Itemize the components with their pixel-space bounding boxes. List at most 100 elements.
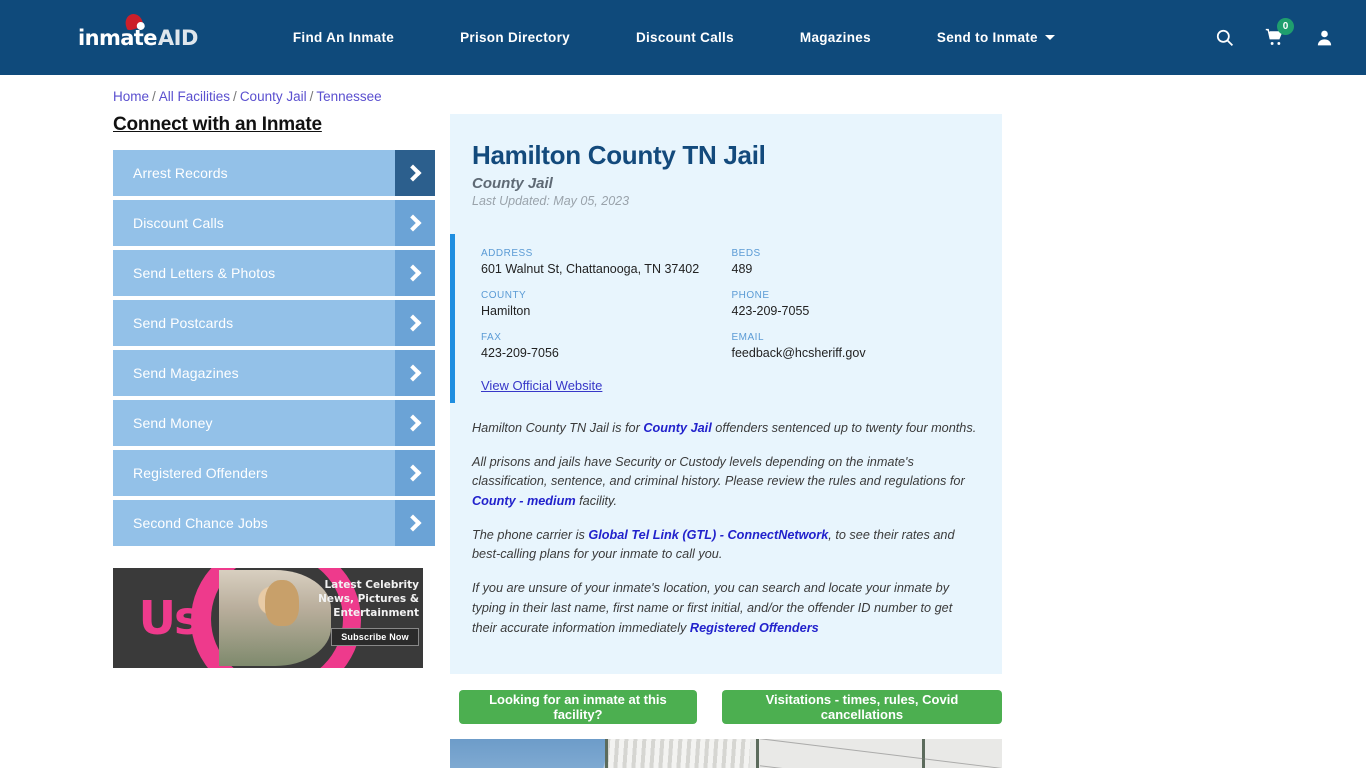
detail-value-county: Hamilton [481, 304, 531, 318]
ad-subscribe-button[interactable]: Subscribe Now [331, 627, 419, 646]
visitations-button[interactable]: Visitations - times, rules, Covid cancel… [721, 690, 1002, 725]
ad-copy: Latest Celebrity News, Pictures & Entert… [307, 578, 419, 646]
ad-text-line2: News, Pictures & [318, 593, 419, 606]
breadcrumb-separator: / [152, 89, 156, 104]
p2-text-a: All prisons and jails have Security or C… [472, 454, 965, 489]
detail-fax: FAX 423-209-7056 [481, 332, 732, 360]
detail-label-fax: FAX [481, 332, 502, 343]
sidebar-item-send-letters-photos[interactable]: Send Letters & Photos [113, 250, 435, 296]
p1-text-a: Hamilton County TN Jail is for [472, 421, 644, 435]
facility-header: Hamilton County TN Jail County Jail Last… [450, 140, 1002, 208]
sidebar-item-label: Arrest Records [133, 165, 228, 181]
logo-text-inmate: inmate [78, 25, 157, 50]
facility-type: County Jail [472, 175, 553, 192]
nav-item-send-to-inmate[interactable]: Send to Inmate [904, 30, 1071, 45]
sidebar-item-label: Second Chance Jobs [133, 515, 268, 531]
sidebar-item-registered-offenders[interactable]: Registered Offenders [113, 450, 435, 496]
photo-fence-post [756, 739, 760, 768]
sidebar-item-discount-calls[interactable]: Discount Calls [113, 200, 435, 246]
chevron-down-icon [1044, 35, 1055, 40]
description-paragraph-1: Hamilton County TN Jail is for County Ja… [472, 419, 980, 439]
site-header: inmate AID Find An Inmate Prison Director… [0, 0, 1366, 75]
inmate-search-button[interactable]: Looking for an inmate at this facility? [459, 690, 697, 725]
detail-label-beds: BEDS [731, 248, 761, 259]
sidebar-item-second-chance-jobs[interactable]: Second Chance Jobs [113, 500, 435, 546]
view-official-website-link[interactable]: View Official Website [481, 378, 602, 393]
chevron-right-icon [395, 250, 435, 296]
facility-description: Hamilton County TN Jail is for County Ja… [450, 403, 1002, 656]
detail-county: COUNTY Hamilton [481, 290, 732, 318]
chevron-right-icon [395, 300, 435, 346]
chevron-right-icon [395, 350, 435, 396]
user-icon[interactable] [1315, 28, 1334, 47]
breadcrumb-separator: / [233, 89, 237, 104]
facility-last-updated: Last Updated: May 05, 2023 [472, 194, 630, 208]
photo-fence-post [604, 739, 608, 768]
cta-button-row: Looking for an inmate at this facility? … [450, 674, 1002, 725]
main-nav: Find An Inmate Prison Directory Discount… [260, 30, 1215, 45]
page-root: inmate AID Find An Inmate Prison Director… [0, 0, 1366, 768]
detail-value-phone: 423-209-7055 [731, 304, 810, 318]
details-column-right: BEDS 489 PHONE 423-209-7055 EMAIL feedba… [732, 248, 983, 374]
nav-item-find-an-inmate[interactable]: Find An Inmate [260, 30, 427, 45]
sidebar-item-label: Discount Calls [133, 215, 224, 231]
breadcrumb-item-tennessee[interactable]: Tennessee [316, 89, 381, 104]
detail-label-email: EMAIL [731, 332, 765, 343]
photo-wall-ribs [603, 739, 750, 768]
search-icon[interactable] [1215, 28, 1234, 47]
link-county-medium[interactable]: County - medium [472, 494, 576, 508]
site-logo[interactable]: inmate AID [78, 11, 199, 58]
facility-card: Hamilton County TN Jail County Jail Last… [450, 114, 1002, 675]
breadcrumb: Home / All Facilities / County Jail / Tennesse… [0, 75, 1366, 104]
chevron-right-icon [395, 500, 435, 546]
link-phone-carrier[interactable]: Global Tel Link (GTL) - ConnectNetwork [588, 528, 828, 542]
facility-details-grid: ADDRESS 601 Walnut St, Chattanooga, TN 3… [455, 234, 982, 403]
page-title: Hamilton County TN Jail [472, 140, 766, 170]
link-county-jail[interactable]: County Jail [643, 421, 711, 435]
link-registered-offenders[interactable]: Registered Offenders [690, 621, 819, 635]
sidebar-item-label: Send Magazines [133, 365, 239, 381]
santa-hat-icon [123, 11, 144, 31]
sidebar-item-send-postcards[interactable]: Send Postcards [113, 300, 435, 346]
logo-text-aid: AID [157, 25, 199, 50]
breadcrumb-item-home[interactable]: Home [113, 89, 149, 104]
cart-icon[interactable]: 0 [1264, 18, 1294, 47]
sidebar-item-send-money[interactable]: Send Money [113, 400, 435, 446]
breadcrumb-item-county-jail[interactable]: County Jail [240, 89, 307, 104]
nav-item-magazines[interactable]: Magazines [767, 30, 904, 45]
p1-text-b: offenders sentenced up to twenty four mo… [711, 421, 977, 435]
p2-text-b: facility. [575, 494, 617, 509]
detail-value-fax: 423-209-7056 [481, 346, 559, 360]
description-paragraph-4: If you are unsure of your inmate's locat… [472, 579, 980, 638]
detail-value-email: feedback@hcsheriff.gov [731, 346, 866, 360]
detail-phone: PHONE 423-209-7055 [732, 290, 983, 318]
facility-photo [450, 739, 1002, 768]
detail-address: ADDRESS 601 Walnut St, Chattanooga, TN 3… [481, 248, 732, 276]
chevron-right-icon [395, 200, 435, 246]
sidebar-item-label: Registered Offenders [133, 465, 268, 481]
nav-item-send-to-inmate-label: Send to Inmate [936, 30, 1038, 45]
sidebar: Connect with an Inmate Arrest Records Di… [113, 114, 450, 768]
facility-details-block: ADDRESS 601 Walnut St, Chattanooga, TN 3… [450, 234, 1002, 403]
breadcrumb-item-all-facilities[interactable]: All Facilities [159, 89, 230, 104]
chevron-right-icon [395, 450, 435, 496]
sidebar-item-arrest-records[interactable]: Arrest Records [113, 150, 435, 196]
nav-item-discount-calls[interactable]: Discount Calls [603, 30, 767, 45]
ad-text-line1: Latest Celebrity [324, 579, 419, 591]
cart-count-badge: 0 [1277, 18, 1294, 35]
detail-label-address: ADDRESS [481, 248, 533, 259]
advertisement-banner[interactable]: Us Latest Celebrity News, Pictures & Ent… [113, 568, 423, 668]
photo-fence-post [921, 739, 925, 768]
sidebar-item-label: Send Letters & Photos [133, 265, 276, 281]
sidebar-item-send-magazines[interactable]: Send Magazines [113, 350, 435, 396]
detail-email: EMAIL feedback@hcsheriff.gov [732, 332, 983, 360]
detail-value-address: 601 Walnut St, Chattanooga, TN 37402 [481, 262, 700, 276]
sidebar-item-label: Send Money [133, 415, 213, 431]
details-column-left: ADDRESS 601 Walnut St, Chattanooga, TN 3… [481, 248, 732, 374]
nav-item-prison-directory[interactable]: Prison Directory [427, 30, 603, 45]
description-paragraph-3: The phone carrier is Global Tel Link (GT… [472, 526, 980, 565]
header-icon-group: 0 [1215, 18, 1344, 47]
content-columns: Connect with an Inmate Arrest Records Di… [0, 114, 1366, 768]
p3-text-a: The phone carrier is [472, 527, 589, 542]
detail-value-beds: 489 [731, 262, 753, 276]
